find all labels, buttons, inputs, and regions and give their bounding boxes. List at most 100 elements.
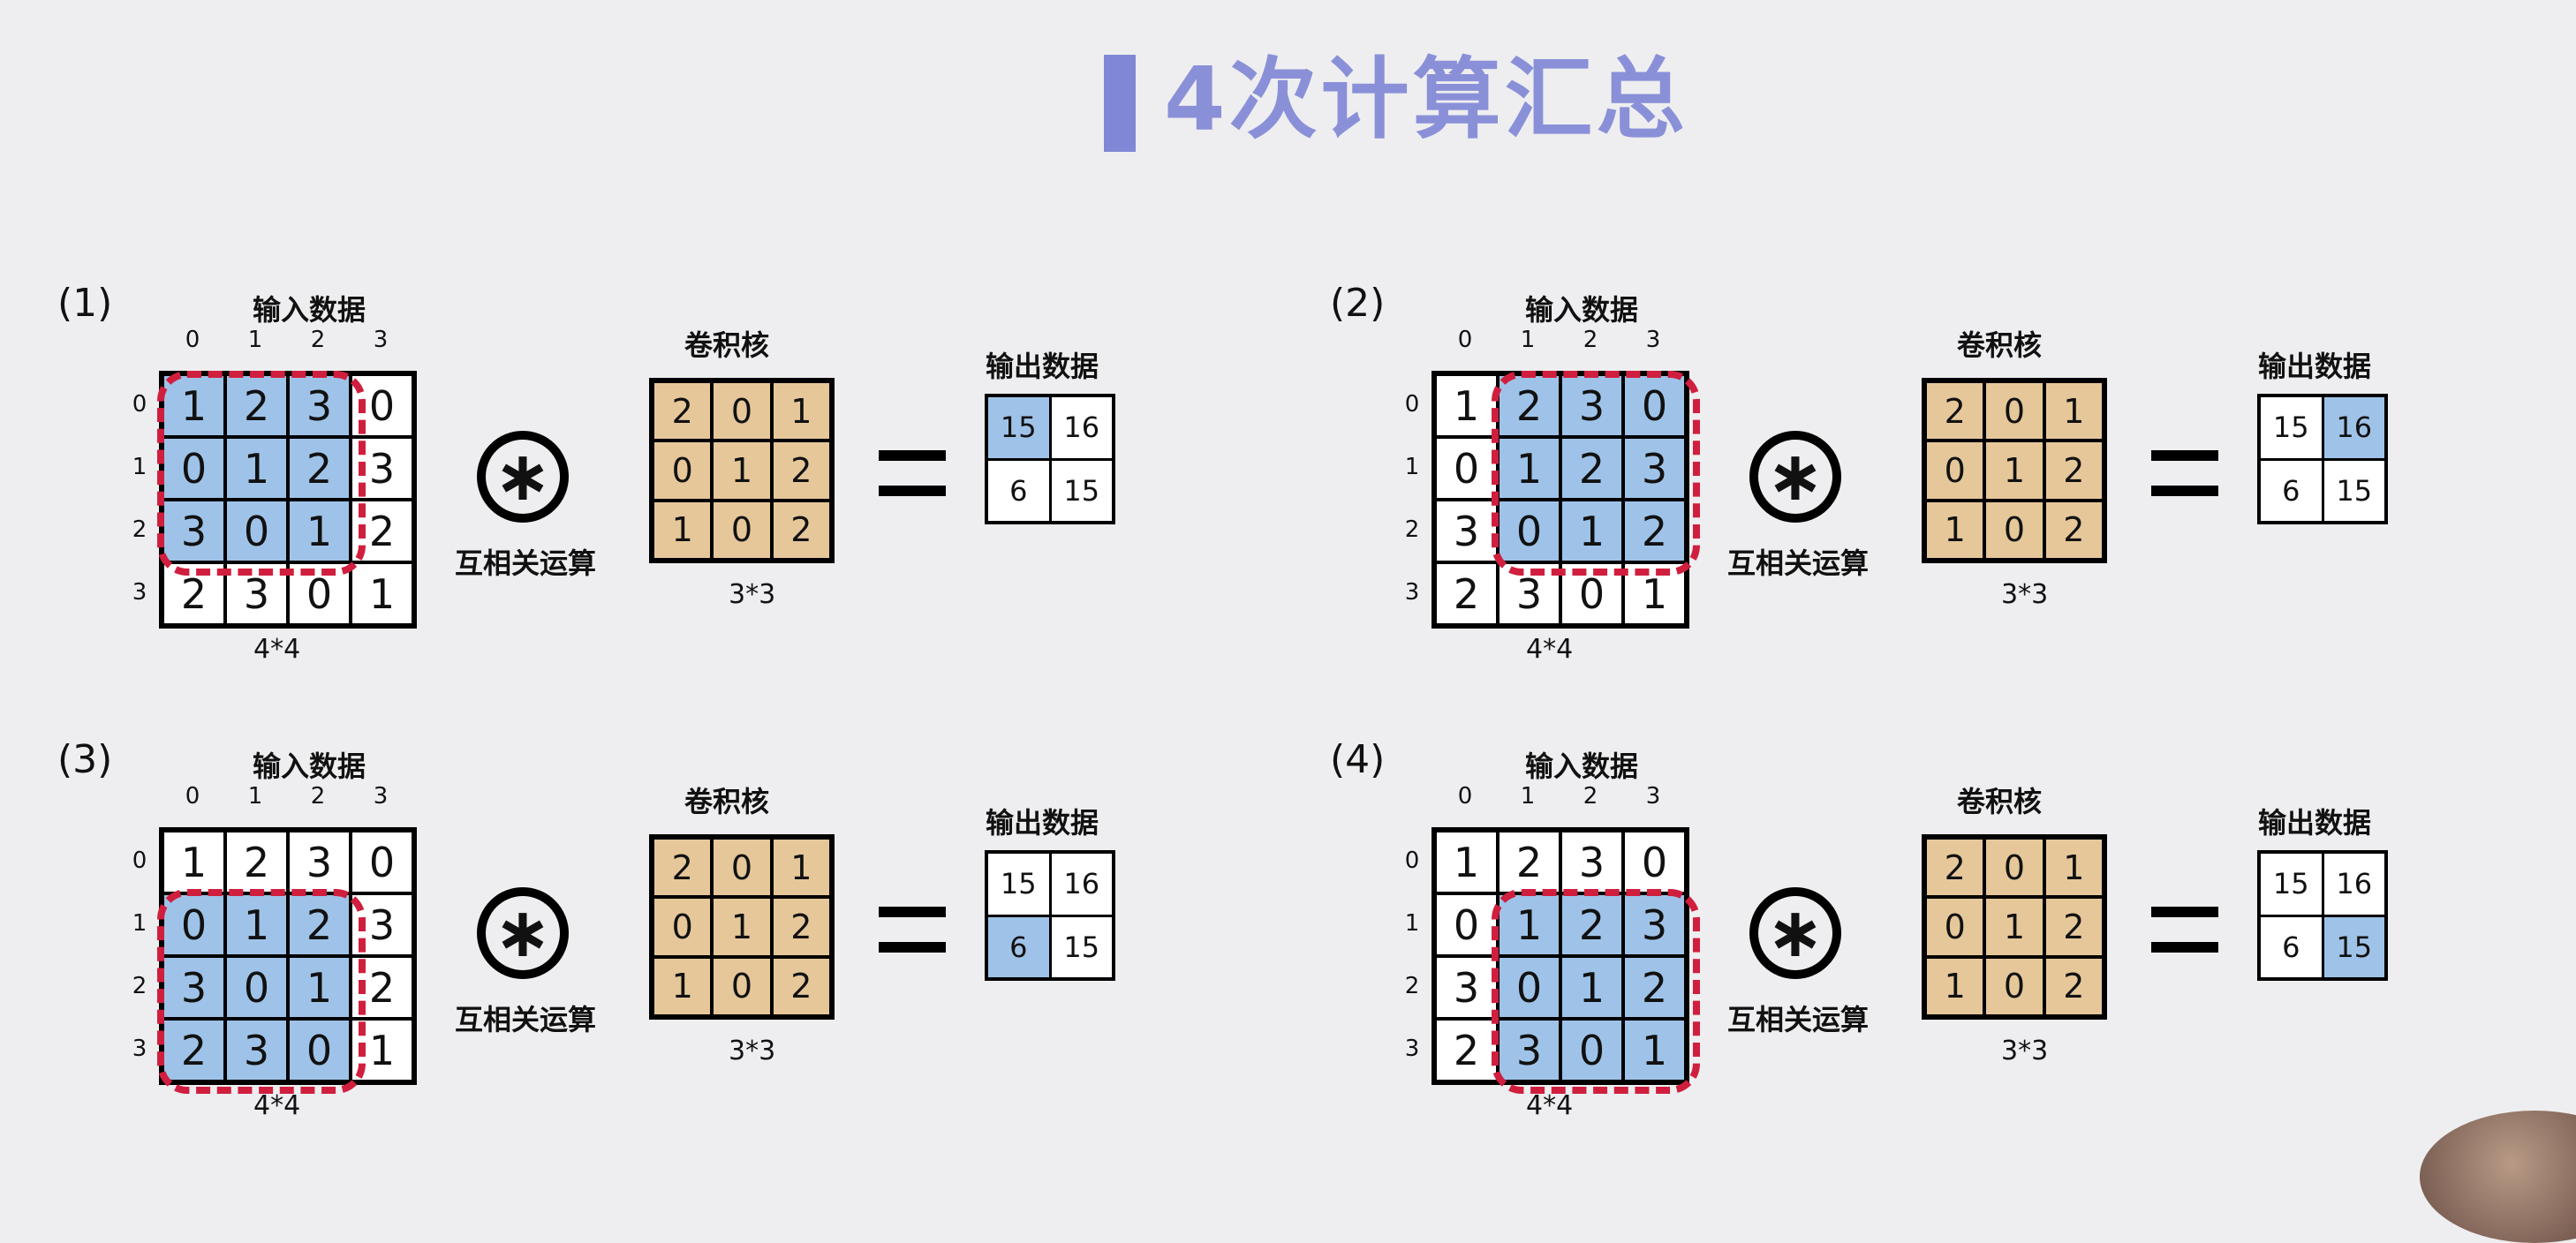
kernel-cell: 0 [1986,958,2043,1014]
convolution-operator-icon: ∗ [1749,431,1841,523]
row-index: 0 [132,848,147,874]
row-index: 1 [1404,454,1420,480]
sliding-window [1492,371,1700,576]
input-cell: 3 [290,832,349,892]
kernel-cell: 1 [773,840,829,896]
kernel-cell: 1 [654,958,711,1014]
col-index: 0 [185,783,200,810]
input-title: 输入数据 [1524,293,1638,327]
input-size-label: 4*4 [253,1090,301,1121]
col-index: 3 [1645,327,1661,353]
kernel-size-label: 3*3 [2001,579,2049,610]
equals-icon [2151,907,2218,958]
kernel-cell: 0 [714,840,770,896]
convolution-operator-icon: ∗ [477,887,569,979]
kernel-cell: 2 [1927,383,1983,440]
col-index: 3 [373,327,389,353]
row-index: 0 [132,391,147,418]
kernel-grid: 201012102 [1922,834,2107,1020]
output-cell: 15 [2261,854,2322,915]
col-index: 1 [1520,327,1536,353]
output-cell: 15 [988,397,1049,458]
input-title: 输入数据 [252,293,366,327]
row-index: 2 [132,973,147,999]
col-index: 2 [310,783,326,810]
operation-label: 互相关运算 [1726,546,1869,580]
col-index: 0 [1457,327,1473,353]
operation-label: 互相关运算 [1726,1003,1869,1036]
operation-label: 互相关运算 [454,1003,596,1036]
kernel-cell: 0 [714,501,770,558]
panel-label: (1) [57,281,113,326]
output-cell: 6 [2261,916,2322,977]
input-title: 输入数据 [1524,750,1638,783]
input-cell: 1 [164,832,223,892]
row-index: 3 [132,1036,147,1062]
row-index: 2 [1404,516,1420,543]
kernel-cell: 1 [1927,958,1983,1014]
kernel-grid: 201012102 [649,834,835,1020]
kernel-cell: 1 [773,383,829,440]
kernel-cell: 1 [2045,383,2102,440]
input-cell: 0 [352,832,412,892]
row-index: 1 [132,910,147,937]
input-cell: 2 [1500,832,1559,892]
col-index: 1 [247,783,263,810]
input-cell: 2 [1437,564,1496,623]
kernel-cell: 1 [1927,501,1983,558]
kernel-cell: 2 [654,840,711,896]
equals-icon [879,907,946,958]
output-grid: 15 16 6 15 [985,850,1115,981]
output-cell: 15 [1051,460,1112,521]
output-cell: 16 [1051,397,1112,458]
input-title: 输入数据 [252,750,366,783]
output-cell: 15 [1051,916,1112,977]
kernel-cell: 0 [1986,840,2043,896]
output-cell: 15 [2261,397,2322,458]
output-cell: 16 [2323,854,2384,915]
row-index: 1 [1404,910,1420,937]
kernel-cell: 1 [1986,899,2043,955]
output-title: 输出数据 [2257,350,2371,383]
kernel-cell: 1 [714,442,770,499]
kernel-grid: 201012102 [649,378,835,563]
input-cell: 1 [1437,832,1496,892]
kernel-title: 卷积核 [684,785,769,818]
kernel-cell: 0 [714,383,770,440]
kernel-cell: 2 [2045,958,2102,1014]
operation-label: 互相关运算 [454,546,596,580]
sliding-window [157,371,366,576]
kernel-cell: 0 [1986,501,2043,558]
page-title: 4次计算汇总 [1164,48,1688,151]
col-index: 1 [1520,783,1536,810]
col-index: 3 [373,783,389,810]
kernel-cell: 2 [1927,840,1983,896]
output-cell: 6 [988,916,1049,977]
input-cell: 0 [1437,895,1496,954]
row-index: 3 [1404,1036,1420,1062]
input-cell: 2 [227,832,286,892]
row-index: 3 [1404,579,1420,606]
output-cell: 6 [988,460,1049,521]
convolution-operator-icon: ∗ [1749,887,1841,979]
col-index: 2 [1583,327,1598,353]
input-cell: 3 [1437,501,1496,561]
convolution-operator-icon: ∗ [477,431,569,523]
output-cell: 16 [1051,854,1112,915]
output-cell: 15 [2323,916,2384,977]
kernel-cell: 0 [1927,899,1983,955]
kernel-cell: 2 [773,899,829,955]
kernel-size-label: 3*3 [729,579,776,610]
kernel-cell: 0 [714,958,770,1014]
equals-icon [2151,450,2218,501]
equals-icon [879,450,946,501]
kernel-size-label: 3*3 [729,1036,776,1066]
input-cell: 0 [1625,832,1684,892]
row-index: 3 [132,579,147,606]
output-grid: 15 16 6 15 [985,394,1115,524]
kernel-cell: 2 [2045,501,2102,558]
output-title: 输出数据 [2257,806,2371,840]
input-cell: 1 [352,564,412,623]
kernel-grid: 201012102 [1922,378,2107,563]
row-index: 2 [1404,973,1420,999]
